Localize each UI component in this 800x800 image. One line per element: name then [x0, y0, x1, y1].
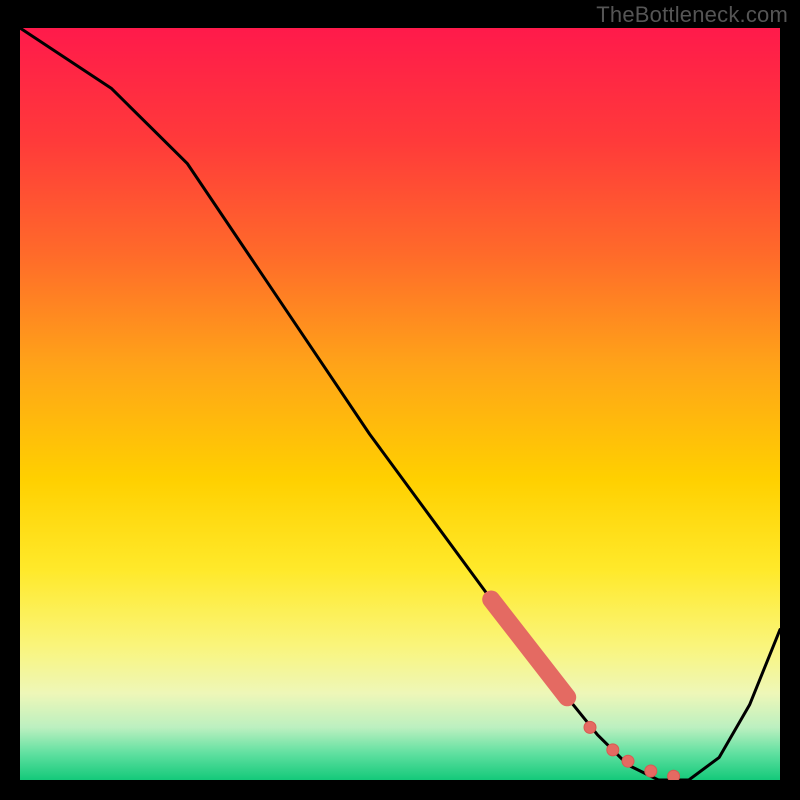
highlight-dot	[668, 770, 680, 780]
bottleneck-chart	[20, 28, 780, 780]
highlight-dot	[645, 765, 657, 777]
highlight-dot	[622, 755, 634, 767]
chart-frame: TheBottleneck.com	[0, 0, 800, 800]
plot-area	[20, 28, 780, 780]
highlight-dot	[607, 744, 619, 756]
gradient-background	[20, 28, 780, 780]
highlight-dot	[584, 721, 596, 733]
watermark-text: TheBottleneck.com	[596, 2, 788, 28]
